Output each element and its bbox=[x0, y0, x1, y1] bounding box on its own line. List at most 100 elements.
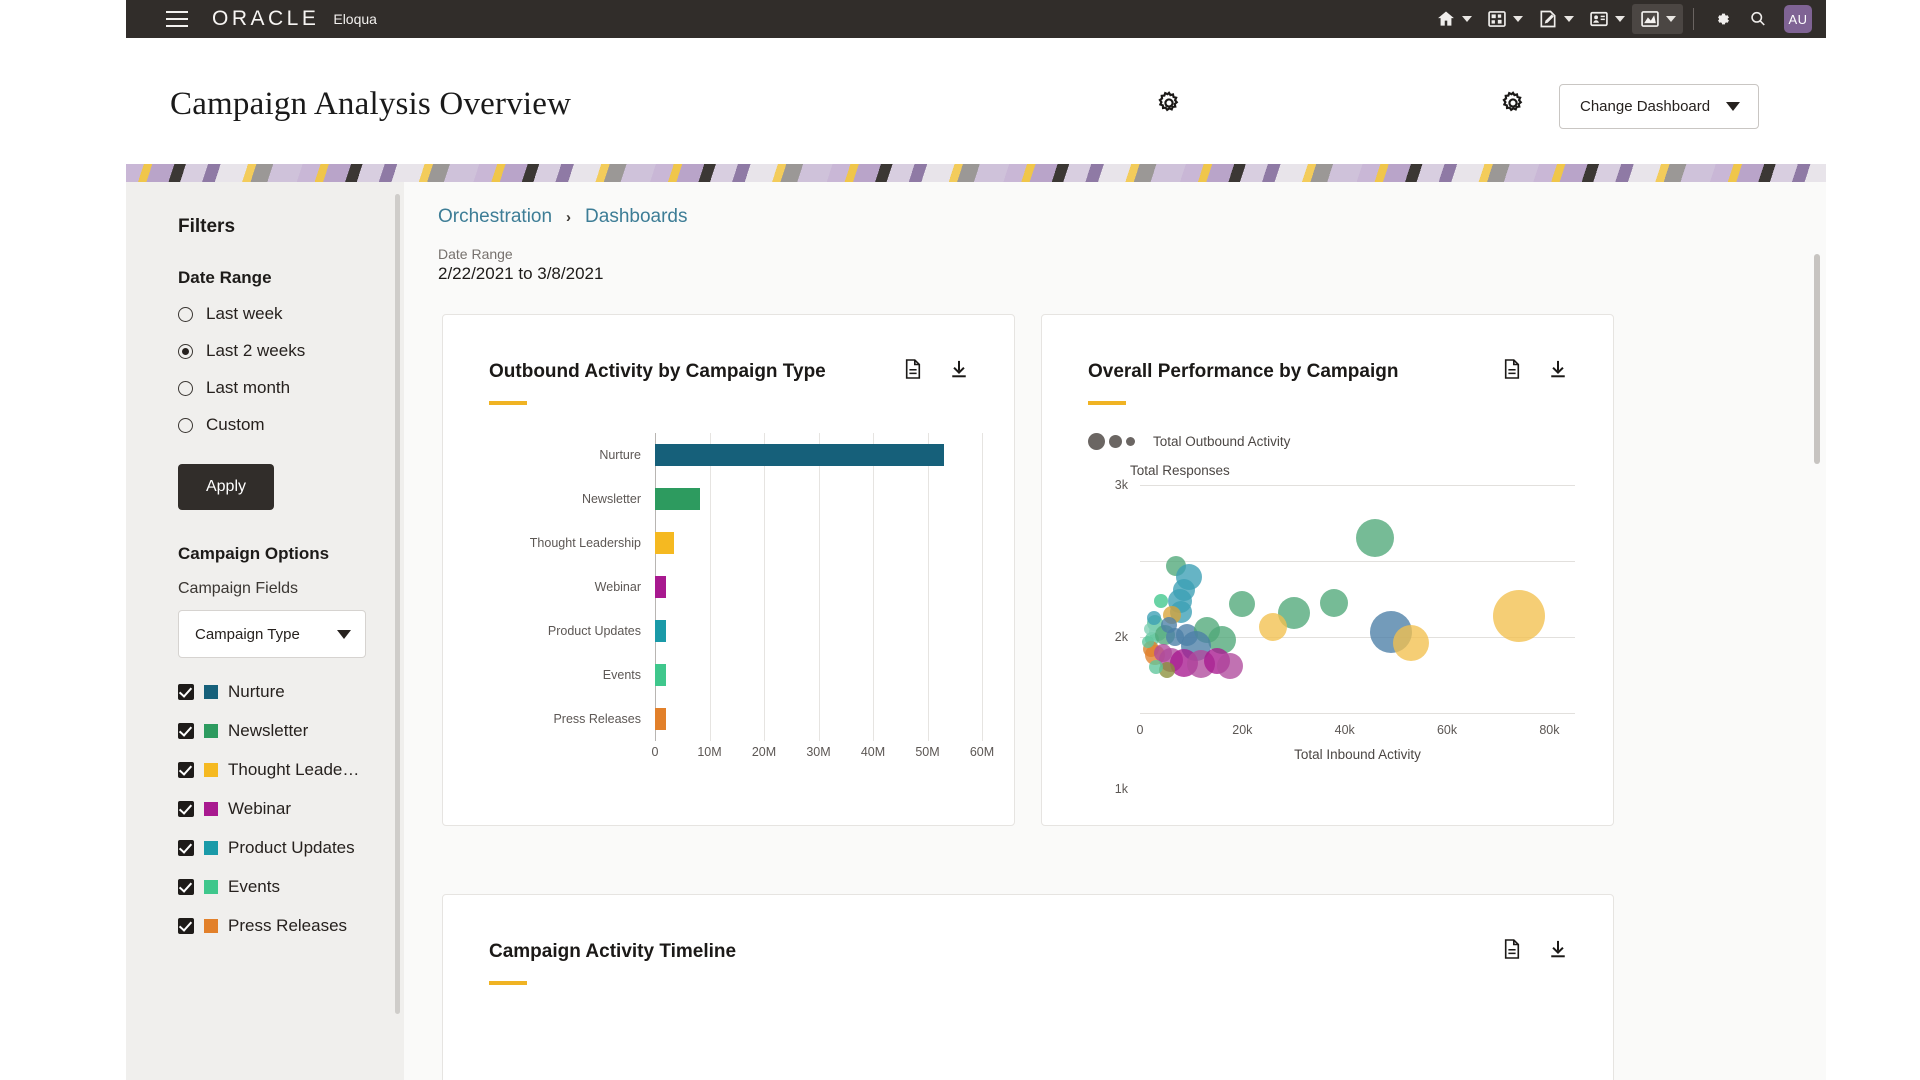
bubble-point[interactable] bbox=[1161, 617, 1177, 633]
x-tick-label: 0 bbox=[652, 745, 659, 759]
color-swatch bbox=[204, 724, 218, 738]
radio-label: Last month bbox=[206, 378, 290, 398]
campaign-type-checkbox-1[interactable]: Newsletter bbox=[178, 721, 386, 741]
x-tick-label: 40M bbox=[861, 745, 885, 759]
download-icon[interactable] bbox=[1549, 359, 1567, 379]
dashboard-header: Campaign Analysis Overview Change Dashbo… bbox=[126, 38, 1826, 164]
radio-last-week[interactable]: Last week bbox=[178, 304, 386, 324]
bubble-point[interactable] bbox=[1154, 594, 1168, 608]
bar-segment[interactable] bbox=[655, 532, 674, 554]
card-outbound-activity: Outbound Activity by Campaign Type bbox=[442, 314, 1015, 826]
bubble-point[interactable] bbox=[1229, 591, 1255, 617]
gear-icon bbox=[1711, 9, 1733, 29]
report-file-icon[interactable] bbox=[1503, 359, 1521, 379]
bar-category-label: Newsletter bbox=[443, 492, 655, 506]
change-dashboard-button[interactable]: Change Dashboard bbox=[1559, 84, 1759, 129]
report-file-icon[interactable] bbox=[904, 359, 922, 379]
campaign-options-heading: Campaign Options bbox=[178, 544, 386, 564]
bubble-point[interactable] bbox=[1320, 589, 1348, 617]
chart-settings-button[interactable] bbox=[1156, 90, 1182, 121]
campaign-type-checkbox-0[interactable]: Nurture bbox=[178, 682, 386, 702]
filters-sidebar: Filters Date Range Last week Last 2 week… bbox=[126, 182, 404, 1080]
bubble-point[interactable] bbox=[1142, 636, 1154, 648]
radio-last-2-weeks[interactable]: Last 2 weeks bbox=[178, 341, 386, 361]
hamburger-icon[interactable] bbox=[166, 11, 188, 27]
bubble-x-axis-label: Total Inbound Activity bbox=[1140, 747, 1575, 762]
report-file-icon[interactable] bbox=[1503, 939, 1521, 959]
card-campaign-activity-timeline: Campaign Activity Timeline bbox=[442, 894, 1614, 1080]
card-title: Campaign Activity Timeline bbox=[489, 941, 736, 963]
card-accent-rule bbox=[1088, 401, 1126, 405]
topbar-item-analytics[interactable] bbox=[1632, 4, 1683, 34]
date-range-display: Date Range 2/22/2021 to 3/8/2021 bbox=[438, 246, 1826, 284]
topbar-search-button[interactable] bbox=[1740, 4, 1776, 34]
campaign-type-checkbox-5[interactable]: Events bbox=[178, 877, 386, 897]
bar-segment[interactable] bbox=[655, 444, 944, 466]
bar-track bbox=[655, 609, 1016, 653]
bar-segment[interactable] bbox=[655, 488, 700, 510]
apply-button[interactable]: Apply bbox=[178, 464, 274, 510]
pencil-edit-icon bbox=[1537, 9, 1559, 29]
radio-icon bbox=[178, 418, 193, 433]
bubble-point[interactable] bbox=[1356, 519, 1394, 557]
campaign-type-checkbox-6[interactable]: Press Releases bbox=[178, 916, 386, 936]
campaign-type-checkbox-3[interactable]: Webinar bbox=[178, 799, 386, 819]
change-dashboard-label: Change Dashboard bbox=[1580, 98, 1710, 115]
topbar-item-home[interactable] bbox=[1428, 4, 1479, 34]
bar-chart-row: Press Releases bbox=[443, 697, 1016, 741]
gear-icon bbox=[1156, 90, 1182, 116]
bubble-point[interactable] bbox=[1393, 625, 1429, 661]
chevron-down-icon bbox=[337, 630, 351, 639]
radio-last-month[interactable]: Last month bbox=[178, 378, 386, 398]
bar-chart-row: Nurture bbox=[443, 433, 1016, 477]
bar-category-label: Nurture bbox=[443, 448, 655, 462]
bubble-point[interactable] bbox=[1217, 653, 1243, 679]
topbar-item-assets[interactable] bbox=[1479, 4, 1530, 34]
bubble-point[interactable] bbox=[1493, 590, 1545, 642]
campaign-type-checkbox-2[interactable]: Thought Leade… bbox=[178, 760, 386, 780]
legend-label: Total Outbound Activity bbox=[1153, 434, 1290, 449]
search-icon bbox=[1747, 9, 1769, 29]
date-range-caption: Date Range bbox=[438, 246, 1826, 262]
download-icon[interactable] bbox=[1549, 939, 1567, 959]
topbar-item-contacts[interactable] bbox=[1581, 4, 1632, 34]
decorative-stripe-banner bbox=[126, 164, 1826, 182]
main-scrollbar[interactable] bbox=[1814, 254, 1820, 464]
bar-segment[interactable] bbox=[655, 664, 666, 686]
campaign-type-checkbox-4[interactable]: Product Updates bbox=[178, 838, 386, 858]
chevron-down-icon bbox=[1564, 16, 1574, 22]
topbar-actions: AU bbox=[1428, 0, 1826, 38]
dashboard-settings-button[interactable] bbox=[1500, 90, 1526, 121]
card-toolbar bbox=[904, 359, 968, 379]
x-tick-label: 20k bbox=[1232, 723, 1252, 737]
topbar-item-editor[interactable] bbox=[1530, 4, 1581, 34]
chevron-down-icon bbox=[1513, 16, 1523, 22]
radio-custom[interactable]: Custom bbox=[178, 415, 386, 435]
download-icon[interactable] bbox=[950, 359, 968, 379]
topbar-divider bbox=[1693, 8, 1694, 30]
bubble-size-legend: Total Outbound Activity bbox=[1088, 433, 1290, 450]
breadcrumb-item-dashboards[interactable]: Dashboards bbox=[585, 206, 687, 228]
avatar[interactable]: AU bbox=[1784, 5, 1812, 33]
bar-category-label: Press Releases bbox=[443, 712, 655, 726]
chevron-down-icon bbox=[1615, 16, 1625, 22]
bar-segment[interactable] bbox=[655, 620, 666, 642]
y-tick-label: 3k bbox=[1115, 478, 1128, 492]
dashboard-body: Filters Date Range Last week Last 2 week… bbox=[126, 182, 1826, 1080]
radio-icon bbox=[178, 307, 193, 322]
gridline: 2k bbox=[1140, 561, 1575, 562]
bar-chart-row: Newsletter bbox=[443, 477, 1016, 521]
sidebar-scrollbar[interactable] bbox=[395, 194, 400, 1014]
legend-bubble-medium bbox=[1109, 435, 1122, 448]
campaign-type-label: Newsletter bbox=[228, 721, 308, 741]
bubble-point[interactable] bbox=[1259, 613, 1287, 641]
topbar-settings-button[interactable] bbox=[1704, 4, 1740, 34]
breadcrumb-item-orchestration[interactable]: Orchestration bbox=[438, 206, 552, 228]
bar-segment[interactable] bbox=[655, 708, 666, 730]
campaign-field-select[interactable]: Campaign Type bbox=[178, 610, 366, 658]
bar-category-label: Webinar bbox=[443, 580, 655, 594]
bar-category-label: Product Updates bbox=[443, 624, 655, 638]
x-tick-label: 10M bbox=[697, 745, 721, 759]
bar-segment[interactable] bbox=[655, 576, 666, 598]
x-tick-label: 40k bbox=[1335, 723, 1355, 737]
